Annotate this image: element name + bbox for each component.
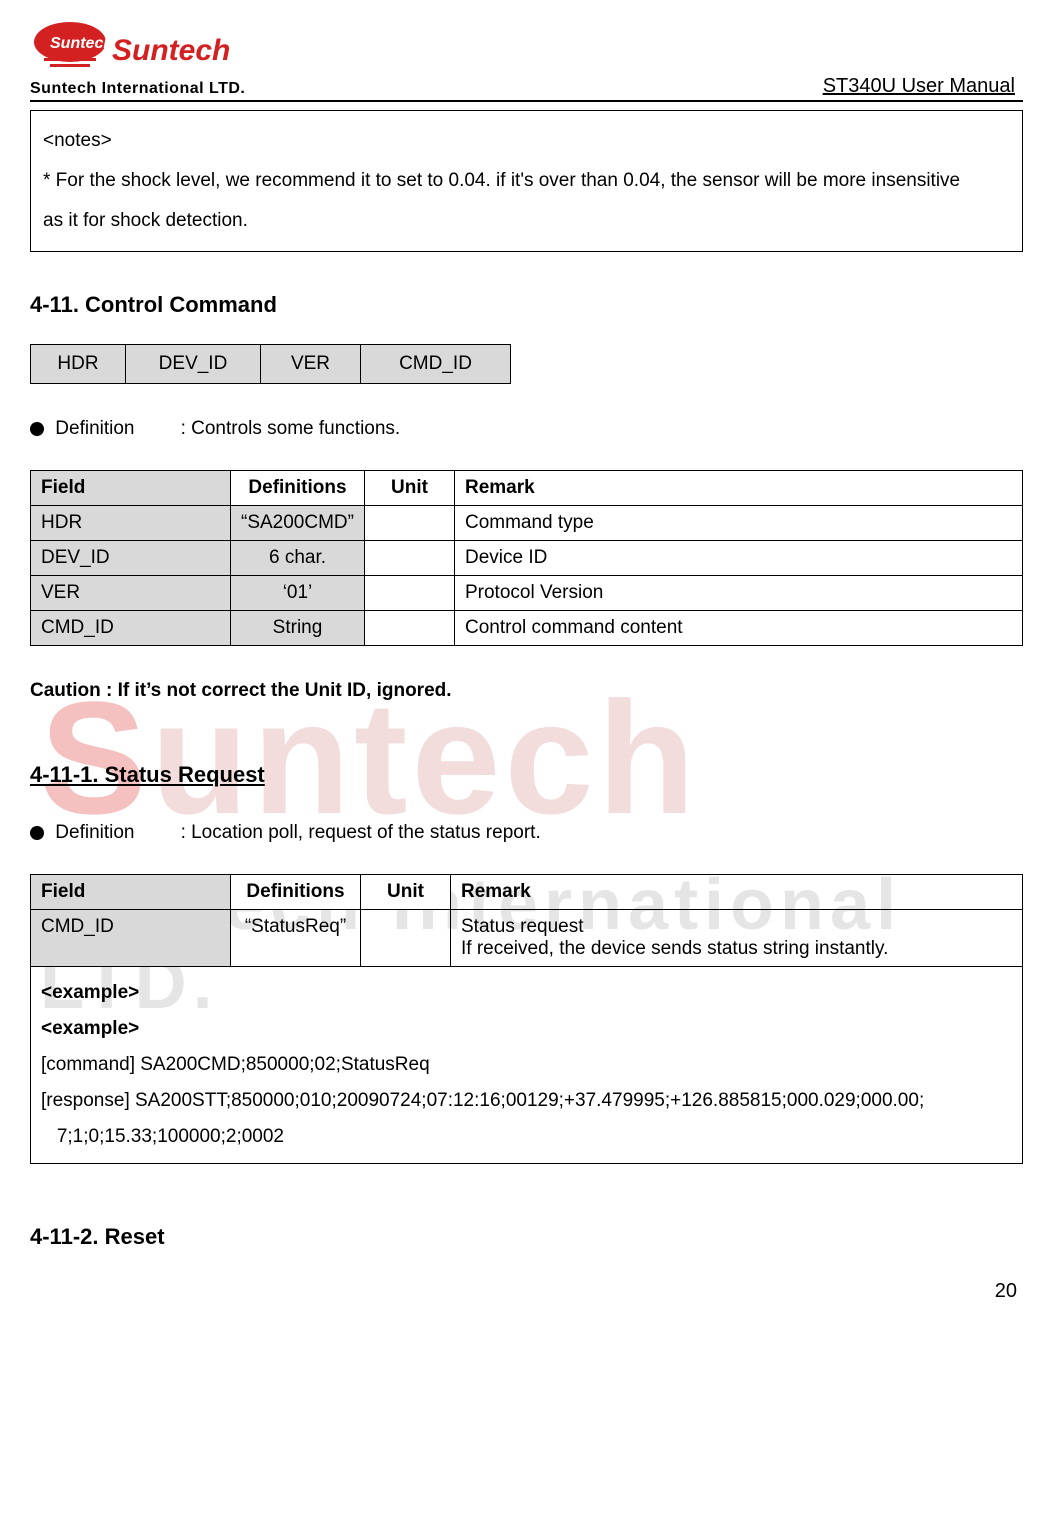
section-4-11-2-title: 4-11-2. Reset: [30, 1224, 1023, 1250]
document-title: ST340U User Manual: [823, 75, 1023, 98]
fields-table-411: Field Definitions Unit Remark HDR “SA200…: [30, 470, 1023, 646]
example-tag: <example>: [41, 1011, 1012, 1047]
table-row: CMD_ID String Control command content: [31, 610, 1023, 645]
logo: Suntech Suntech Suntech International LT…: [30, 20, 245, 98]
table-example-row: <example> <example> [command] SA200CMD;8…: [31, 966, 1023, 1163]
th-definitions: Definitions: [231, 874, 361, 909]
example-response-line1: [response] SA200STT;850000;010;20090724;…: [41, 1083, 1012, 1119]
section-4-11-1-title: 4-11-1. Status Request: [30, 762, 1023, 788]
example-response-line2: 7;1;0;15.33;100000;2;0002: [41, 1119, 1012, 1155]
cmd-row-cell: VER: [261, 344, 361, 383]
table-row: VER ‘01’ Protocol Version: [31, 575, 1023, 610]
notes-title: <notes>: [43, 121, 1010, 161]
section-4-11-title: 4-11. Control Command: [30, 292, 1023, 318]
definition-label: Definition: [55, 822, 175, 844]
cmd-row-cell: CMD_ID: [361, 344, 511, 383]
fields-table-4111: Field Definitions Unit Remark CMD_ID “St…: [30, 874, 1023, 1164]
definition-line: Definition : Controls some functions.: [30, 418, 1023, 440]
cmd-row-cell: HDR: [31, 344, 126, 383]
notes-line1: * For the shock level, we recommend it t…: [43, 161, 1010, 201]
definition-line: Definition : Location poll, request of t…: [30, 822, 1023, 844]
bullet-icon: [30, 826, 44, 840]
page-number: 20: [30, 1280, 1023, 1303]
remark-line2: If received, the device sends status str…: [461, 938, 1012, 960]
table-row: HDR “SA200CMD” Command type: [31, 505, 1023, 540]
example-command: [command] SA200CMD;850000;02;StatusReq: [41, 1047, 1012, 1083]
th-definitions: Definitions: [231, 470, 365, 505]
bullet-icon: [30, 422, 44, 436]
suntech-logo-icon: Suntech Suntech: [30, 20, 240, 82]
th-unit: Unit: [361, 874, 451, 909]
th-remark: Remark: [451, 874, 1023, 909]
remark-line1: Status request: [461, 916, 1012, 938]
cmd-row-cell: DEV_ID: [126, 344, 261, 383]
table-row: CMD_ID “StatusReq” Status request If rec…: [31, 909, 1023, 966]
th-field: Field: [31, 470, 231, 505]
th-remark: Remark: [454, 470, 1022, 505]
example-tag: <example>: [41, 975, 1012, 1011]
th-unit: Unit: [364, 470, 454, 505]
table-row: DEV_ID 6 char. Device ID: [31, 540, 1023, 575]
notes-box: <notes> * For the shock level, we recomm…: [30, 110, 1023, 252]
notes-line2: as it for shock detection.: [43, 201, 1010, 241]
definition-label: Definition: [55, 418, 175, 440]
page-header: Suntech Suntech Suntech International LT…: [30, 20, 1023, 102]
definition-text: : Location poll, request of the status r…: [181, 822, 541, 843]
svg-text:Suntech: Suntech: [112, 34, 230, 67]
svg-text:Suntech: Suntech: [50, 35, 113, 52]
cmd-row-table: HDR DEV_ID VER CMD_ID: [30, 344, 511, 384]
definition-text: : Controls some functions.: [181, 418, 401, 439]
caution-text: Caution : If it’s not correct the Unit I…: [30, 680, 1023, 702]
th-field: Field: [31, 874, 231, 909]
logo-subtext: Suntech International LTD.: [30, 80, 245, 98]
